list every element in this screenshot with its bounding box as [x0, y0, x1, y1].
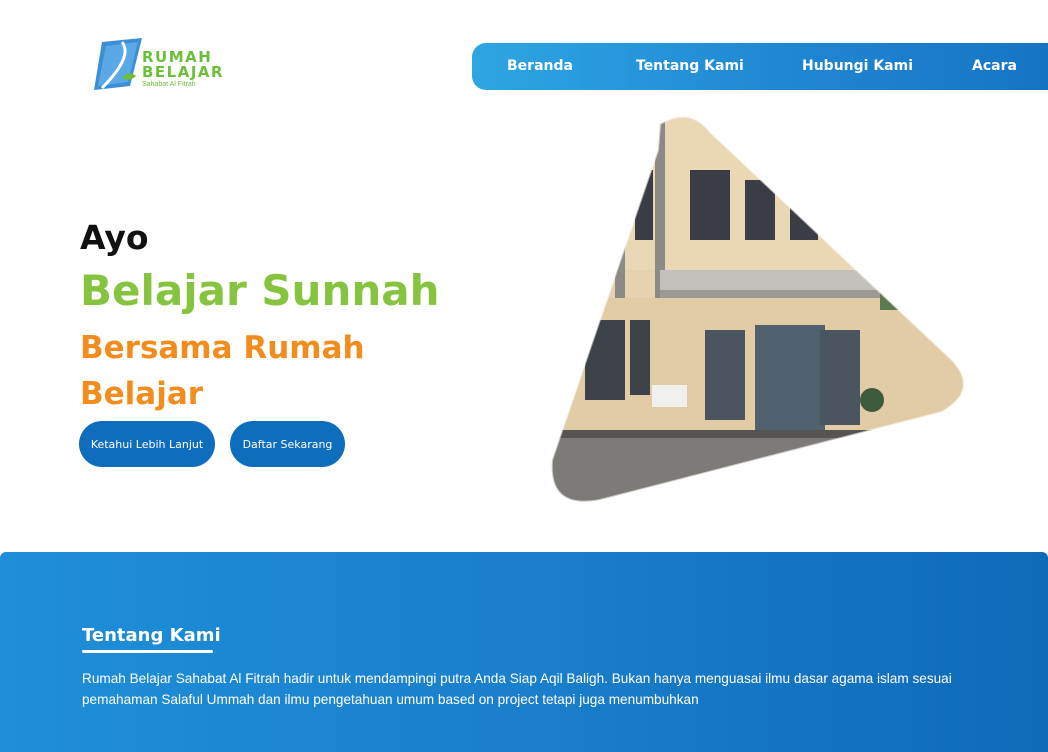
hero-line-bersama: Bersama Rumah	[80, 330, 365, 366]
building-photo	[550, 115, 965, 503]
logo[interactable]: RUMAH BELAJAR Sahabat Al Fitrah	[92, 34, 225, 94]
logo-tagline: Sahabat Al Fitrah	[142, 81, 196, 88]
hero-line-ayo: Ayo	[80, 218, 149, 257]
logo-book-icon	[94, 38, 142, 90]
nav-item-tentang-kami[interactable]: Tentang Kami	[636, 43, 744, 90]
hero-rumah-word: Rumah	[243, 330, 365, 366]
hero-bersama-word: Bersama	[80, 330, 244, 366]
register-now-button[interactable]: Daftar Sekarang	[230, 421, 345, 467]
nav-item-acara[interactable]: Acara	[972, 43, 1017, 90]
learn-more-button[interactable]: Ketahui Lebih Lanjut	[79, 421, 215, 467]
about-title-underline	[82, 650, 213, 653]
nav-item-beranda[interactable]: Beranda	[507, 43, 573, 90]
main-nav: Beranda Tentang Kami Hubungi Kami Acara	[472, 43, 1048, 90]
hero-headline: Belajar Sunnah	[80, 266, 440, 315]
about-title: Tentang Kami	[82, 625, 221, 646]
nav-item-hubungi-kami[interactable]: Hubungi Kami	[802, 43, 913, 90]
about-description: Rumah Belajar Sahabat Al Fitrah hadir un…	[82, 671, 952, 707]
hero-line-belajar: Belajar	[80, 376, 204, 412]
logo-word-belajar: BELAJAR	[142, 63, 225, 81]
